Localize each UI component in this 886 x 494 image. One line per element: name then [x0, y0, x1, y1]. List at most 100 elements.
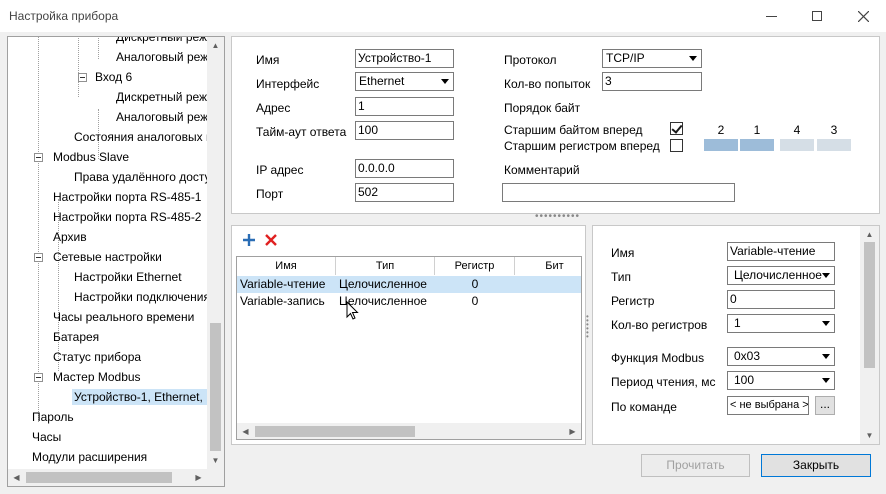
tree-item[interactable]: Архив [53, 227, 87, 247]
tree-item[interactable]: Дискретный режи [116, 37, 214, 47]
tree-item[interactable]: Пароль [32, 407, 74, 427]
add-variable-button[interactable] [242, 232, 256, 250]
tree-item[interactable]: Дискретный режи [116, 87, 214, 107]
tree-item[interactable]: Батарея [53, 327, 99, 347]
tree-item[interactable]: Вход 6 [95, 67, 132, 87]
command-browse-button[interactable]: ... [815, 396, 835, 415]
column-header-bit[interactable]: Бит [515, 257, 581, 275]
tree-item[interactable]: Права удалённого доступа [74, 167, 224, 187]
ip-address-field[interactable]: 0.0.0.0 [355, 159, 454, 178]
scroll-right-icon[interactable]: ▶ [564, 423, 581, 439]
maximize-icon [812, 11, 822, 21]
read-button[interactable]: Прочитать [641, 454, 750, 477]
read-period-select[interactable]: 100 [727, 371, 835, 390]
tree-item-selected[interactable]: Устройство-1, Ethernet, 1 [72, 387, 215, 407]
device-name-field[interactable]: Устройство-1 [355, 49, 454, 68]
register-field[interactable]: 0 [727, 290, 835, 309]
prop-period-label: Период чтения, мс [611, 375, 716, 389]
tree-item[interactable]: Настройки порта RS-485-2 [53, 207, 201, 227]
byte-order-value: 3 [830, 123, 838, 137]
column-header-name[interactable]: Имя [237, 257, 336, 275]
timeout-label: Тайм-аут ответа [256, 125, 347, 139]
chevron-down-icon [689, 56, 697, 61]
settings-tree[interactable]: Дискретный режи Аналоговый режи Вход 6 Д… [7, 36, 225, 487]
scroll-left-icon[interactable]: ◀ [8, 469, 25, 486]
cell-register: 0 [471, 294, 479, 308]
tree-item[interactable]: Настройки Ethernet [74, 267, 182, 287]
cell-type: Целочисленное [339, 277, 427, 291]
comment-field[interactable] [502, 183, 735, 202]
tree-item[interactable]: Настройки порта RS-485-1 [53, 187, 201, 207]
chevron-down-icon [822, 321, 830, 326]
delete-variable-button[interactable] [264, 232, 278, 250]
scroll-thumb[interactable] [210, 323, 221, 451]
scroll-down-icon[interactable]: ▼ [861, 427, 878, 444]
close-icon [857, 10, 869, 22]
table-row[interactable]: Variable-запись Целочисленное 0 [237, 293, 581, 310]
protocol-label: Протокол [504, 53, 557, 67]
scroll-thumb[interactable] [26, 472, 172, 483]
protocol-select[interactable]: TCP/IP [602, 49, 702, 68]
variables-table[interactable]: Имя Тип Регистр Бит Variable-чтение Цело… [236, 256, 582, 440]
collapse-icon[interactable] [34, 253, 43, 262]
register-count-select[interactable]: 1 [727, 314, 835, 333]
table-row[interactable]: Variable-чтение Целочисленное 0 [237, 276, 581, 293]
collapse-icon[interactable] [34, 153, 43, 162]
tree-item[interactable]: Настройки подключения к [74, 287, 219, 307]
interface-select[interactable]: Ethernet [355, 72, 454, 91]
close-button[interactable]: Закрыть [761, 454, 871, 477]
tree-item[interactable]: Сетевые настройки [53, 247, 162, 267]
maximize-button[interactable] [794, 0, 840, 32]
scroll-thumb[interactable] [255, 426, 415, 437]
tree-guide-line [78, 37, 79, 97]
vertical-splitter[interactable]: • • • • • • [586, 313, 590, 341]
tree-item[interactable]: Аналоговый режи [116, 107, 215, 127]
high-byte-first-checkbox[interactable] [670, 122, 683, 135]
column-header-type[interactable]: Тип [336, 257, 435, 275]
collapse-icon[interactable] [34, 373, 43, 382]
address-field[interactable]: 1 [355, 97, 454, 116]
prop-reg-count-label: Кол-во регистров [611, 318, 708, 332]
scroll-left-icon[interactable]: ◀ [237, 423, 254, 439]
tree-item[interactable]: Модули расширения [32, 447, 147, 467]
table-horizontal-scrollbar[interactable]: ◀ ▶ [237, 423, 581, 439]
scroll-up-icon[interactable]: ▲ [207, 37, 224, 54]
scroll-right-icon[interactable]: ▶ [190, 469, 207, 486]
comment-label: Комментарий [504, 163, 580, 177]
timeout-field[interactable]: 100 [355, 121, 454, 140]
tree-horizontal-scrollbar[interactable]: ◀ ▶ [8, 469, 224, 486]
port-field[interactable]: 502 [355, 183, 454, 202]
address-label: Адрес [256, 101, 291, 115]
scroll-up-icon[interactable]: ▲ [861, 226, 878, 243]
tree-item[interactable]: Состояния аналоговых вхо [74, 127, 224, 147]
tree-item[interactable]: Часы реального времени [53, 307, 194, 327]
byte-order-value: 2 [717, 123, 725, 137]
attempts-field[interactable]: 3 [602, 72, 702, 91]
column-header-register[interactable]: Регистр [435, 257, 515, 275]
port-label: Порт [256, 187, 284, 201]
interface-label: Интерфейс [256, 77, 320, 91]
variable-type-select[interactable]: Целочисленное [727, 266, 835, 285]
tree-item[interactable]: Modbus Slave [53, 147, 129, 167]
horizontal-splitter[interactable]: •••••••••• [535, 211, 580, 222]
tree-item[interactable]: Часы [32, 427, 61, 447]
high-register-first-checkbox[interactable] [670, 139, 683, 152]
variable-name-field[interactable]: Variable-чтение [727, 242, 835, 261]
chevron-down-icon [441, 79, 449, 84]
scroll-thumb[interactable] [864, 242, 875, 368]
command-field[interactable]: < не выбрана > [727, 396, 809, 415]
byte-order-bar [704, 139, 738, 151]
collapse-icon[interactable] [78, 73, 87, 82]
tree-vertical-scrollbar[interactable]: ▲ ▼ [207, 37, 224, 469]
minimize-button[interactable] [748, 0, 794, 32]
scroll-down-icon[interactable]: ▼ [207, 452, 224, 469]
chevron-down-icon [822, 354, 830, 359]
close-window-button[interactable] [840, 0, 886, 32]
cell-register: 0 [471, 277, 479, 291]
tree-item[interactable]: Статус прибора [53, 347, 141, 367]
properties-vertical-scrollbar[interactable]: ▲ ▼ [860, 226, 879, 444]
tree-item[interactable]: Аналоговый режи [116, 47, 215, 67]
tree-item[interactable]: Мастер Modbus [53, 367, 141, 387]
modbus-function-select[interactable]: 0x03 [727, 347, 835, 366]
window-title: Настройка прибора [9, 9, 119, 23]
